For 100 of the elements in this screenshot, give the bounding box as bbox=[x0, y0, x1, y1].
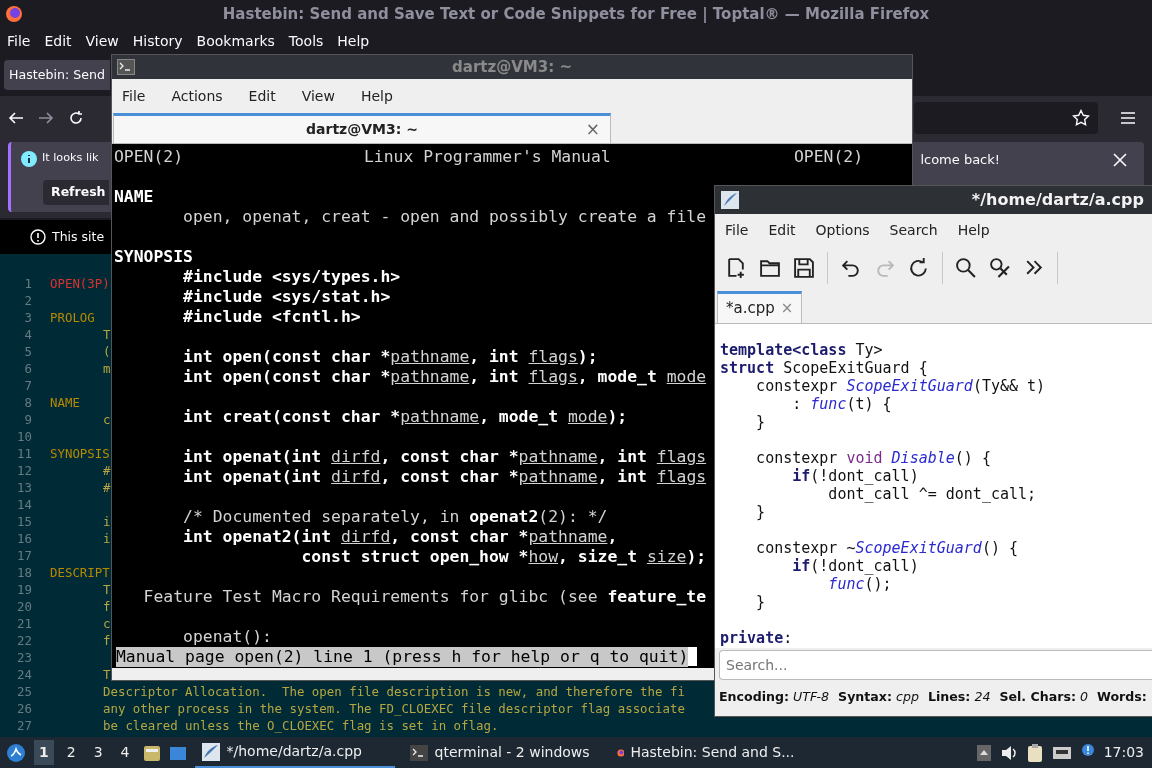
info-icon bbox=[20, 150, 38, 168]
code-line: m bbox=[103, 360, 111, 377]
menu-item[interactable]: Help bbox=[337, 30, 370, 52]
code-line: func(); bbox=[827, 575, 892, 593]
menu-item[interactable]: Edit bbox=[248, 85, 276, 107]
bookmark-star-icon[interactable] bbox=[1072, 109, 1090, 127]
line-number: 21 bbox=[16, 615, 32, 632]
line-number: 23 bbox=[16, 649, 32, 666]
code-line: f bbox=[103, 598, 111, 615]
man-header-text: Linux Programmer's Manual bbox=[364, 147, 612, 167]
code-line: constexpr ~ScopeExitGuard() { bbox=[755, 539, 1019, 557]
code-line: dont_call ^= dont_call; bbox=[827, 485, 1037, 503]
workspace-button[interactable]: 4 bbox=[115, 740, 135, 765]
new-file-icon[interactable] bbox=[725, 257, 747, 279]
warning-icon bbox=[30, 229, 46, 245]
back-icon[interactable] bbox=[8, 110, 24, 126]
man-page-line: int openat(int dirfd, const char *pathname, int flags bbox=[182, 447, 707, 466]
save-icon[interactable] bbox=[793, 257, 815, 279]
editor-tab[interactable]: *a.cpp × bbox=[717, 291, 803, 323]
search-field[interactable]: Search... bbox=[719, 650, 1152, 680]
menu-item[interactable]: Search bbox=[889, 219, 938, 241]
menu-item[interactable]: Options bbox=[815, 219, 870, 241]
line-number: 26 bbox=[16, 700, 32, 717]
menu-item[interactable]: Edit bbox=[44, 30, 72, 52]
clipboard-icon[interactable] bbox=[1025, 742, 1044, 763]
line-number: 7 bbox=[23, 377, 32, 394]
code-line: NAME bbox=[50, 394, 80, 411]
menu-item[interactable]: Help bbox=[957, 219, 990, 241]
man-page-line: int open(const char *pathname, int flags); bbox=[182, 347, 598, 366]
code-line: be cleared unless the O_CLOEXEC flag is set in oflag. bbox=[103, 717, 499, 734]
menu-item[interactable]: View bbox=[85, 30, 119, 52]
man-page-line: Feature Test Macro Requirements for glibc (see feature_te bbox=[142, 587, 707, 606]
line-number: 10 bbox=[16, 428, 32, 445]
code-line: constexpr void Disable() { bbox=[755, 449, 991, 467]
menu-icon[interactable] bbox=[1120, 111, 1136, 125]
man-page-line: #include <fcntl.h> bbox=[182, 307, 361, 326]
forward-icon[interactable] bbox=[38, 110, 54, 126]
line-number: 2 bbox=[23, 292, 32, 309]
menu-item[interactable]: Bookmarks bbox=[196, 30, 275, 52]
reload-icon[interactable] bbox=[68, 110, 84, 126]
replace-icon[interactable] bbox=[989, 257, 1011, 279]
man-page-line: int openat2(int dirfd, const char *pathname, bbox=[182, 527, 618, 546]
feather-icon bbox=[721, 191, 739, 209]
menu-item[interactable]: Help bbox=[360, 85, 393, 107]
man-header-text: OPEN(2) bbox=[114, 147, 185, 167]
terminal-tab[interactable]: dartz@VM3: ~ × bbox=[113, 113, 611, 143]
workspace-button[interactable]: 1 bbox=[34, 740, 54, 765]
line-number: 14 bbox=[16, 496, 32, 513]
status-item: Lines: 24 bbox=[927, 687, 991, 706]
code-line: private: bbox=[720, 629, 793, 647]
browser-logo-icon bbox=[5, 5, 23, 23]
code-line: constexpr ScopeExitGuard(Ty&& t) bbox=[755, 377, 1046, 395]
man-page-line: int open(const char *pathname, int flags, mode_t mode bbox=[182, 367, 707, 386]
man-page-line: int openat(int dirfd, const char *pathname, int flags bbox=[182, 467, 707, 486]
status-item: Words: bbox=[1097, 687, 1147, 706]
taskbar-task[interactable]: Hastebin: Send and S... bbox=[610, 737, 801, 768]
start-menu-icon[interactable] bbox=[6, 742, 26, 763]
window-title: dartz@VM3: ~ bbox=[452, 56, 572, 78]
line-number: 5 bbox=[23, 343, 32, 360]
menu-item[interactable]: Edit bbox=[768, 219, 796, 241]
line-number: 27 bbox=[16, 717, 32, 734]
code-line: T bbox=[103, 326, 111, 343]
close-icon[interactable]: × bbox=[585, 116, 600, 143]
menu-item[interactable]: File bbox=[7, 30, 31, 52]
menu-item[interactable]: Actions bbox=[171, 85, 223, 107]
terminal-icon bbox=[117, 59, 135, 75]
workspace-button[interactable]: 3 bbox=[88, 740, 108, 765]
taskbar-task[interactable]: qterminal - 2 windows bbox=[402, 737, 603, 768]
man-header-text: OPEN(2) bbox=[794, 147, 865, 167]
code-line: OPEN(3P) bbox=[50, 275, 110, 292]
menu-item[interactable]: History bbox=[132, 30, 183, 52]
browser-tab[interactable]: Hastebin: Send bbox=[4, 60, 110, 90]
feather-icon bbox=[200, 741, 221, 762]
code-line: Descriptor Allocation. The open file description is new, and therefore the fi bbox=[103, 683, 685, 700]
menu-item[interactable]: View bbox=[301, 85, 335, 107]
workspace-button[interactable]: 2 bbox=[61, 740, 81, 765]
site-notice: This site bbox=[52, 227, 105, 246]
man-page-line: openat(): bbox=[182, 627, 272, 646]
status-item: Encoding: UTF-8 bbox=[719, 687, 830, 706]
line-number: 12 bbox=[16, 462, 32, 479]
code-line: # bbox=[103, 479, 111, 496]
text-cursor bbox=[688, 647, 698, 666]
man-page-line: SYNOPSIS bbox=[114, 247, 193, 266]
reload-icon[interactable] bbox=[908, 257, 930, 279]
refresh-button[interactable]: Refresh bbox=[43, 180, 109, 205]
line-number: 16 bbox=[16, 530, 32, 547]
close-icon[interactable] bbox=[1112, 152, 1128, 168]
search-icon[interactable] bbox=[955, 257, 977, 279]
code-area[interactable] bbox=[715, 324, 1152, 648]
line-number: 13 bbox=[16, 479, 32, 496]
taskbar-task[interactable]: */home/dartz/a.cpp bbox=[194, 737, 395, 768]
line-number: 24 bbox=[16, 666, 32, 683]
line-number: 11 bbox=[16, 445, 32, 462]
line-number: 22 bbox=[16, 632, 32, 649]
man-page-line: #include <sys/types.h> bbox=[182, 267, 401, 286]
menu-item[interactable]: File bbox=[725, 219, 749, 241]
folder-icon[interactable] bbox=[759, 257, 781, 279]
menu-item[interactable]: Tools bbox=[288, 30, 324, 52]
status-item: Syntax: cpp bbox=[838, 687, 919, 706]
menu-item[interactable]: File bbox=[122, 85, 146, 107]
